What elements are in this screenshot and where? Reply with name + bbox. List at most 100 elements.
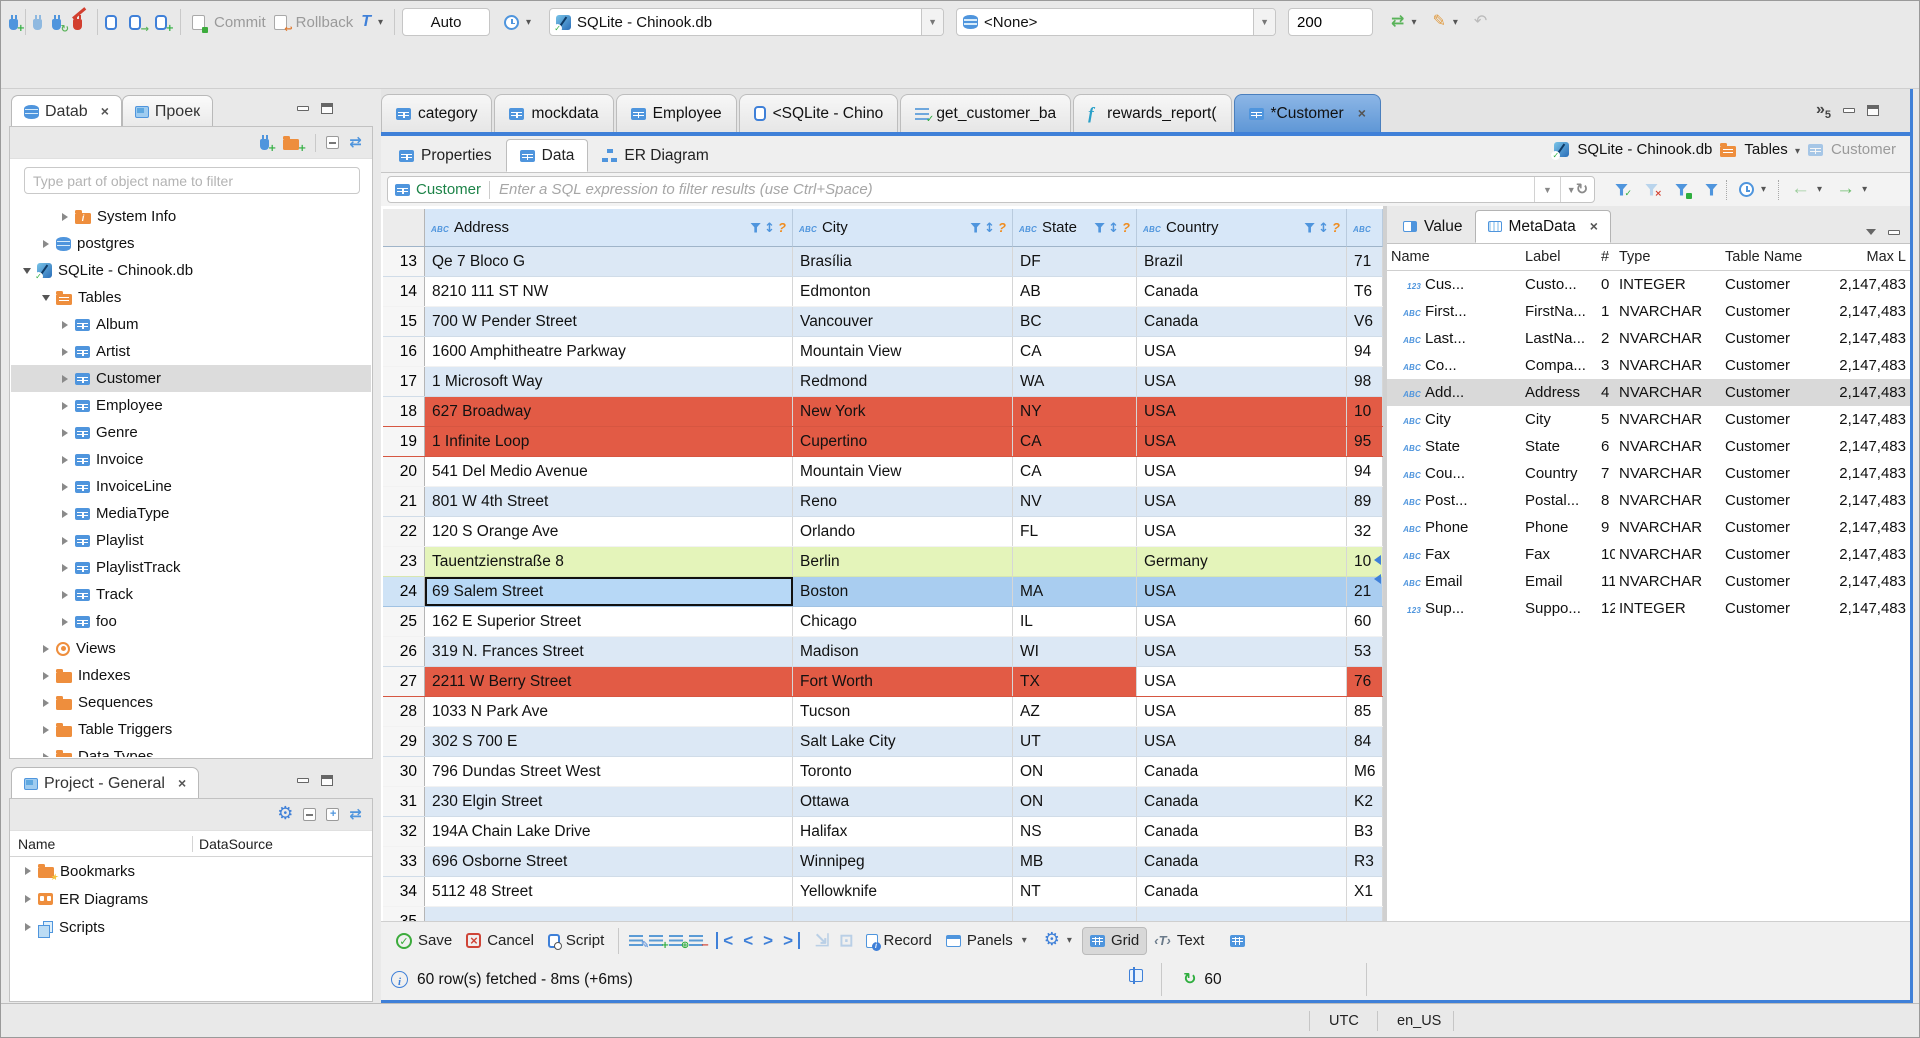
disconnect-button[interactable] xyxy=(72,6,86,30)
cell-state[interactable]: NV xyxy=(1013,487,1137,516)
cancel-button[interactable]: Cancel xyxy=(459,932,541,949)
metadata-column-header[interactable]: Max L xyxy=(1829,249,1910,265)
editor-tab[interactable]: get_customer_ba xyxy=(900,94,1072,132)
tree-item[interactable]: Views xyxy=(11,635,371,662)
expand-arrow-icon[interactable] xyxy=(59,617,71,626)
reconnect-button[interactable]: ↻ xyxy=(52,14,69,34)
dropdown-arrow-icon[interactable] xyxy=(1253,9,1276,35)
cell-column-name[interactable]: Post... xyxy=(1387,488,1521,514)
add-row-button[interactable]: + xyxy=(649,935,669,951)
cell-max-length[interactable]: 2,147,483 xyxy=(1829,353,1910,379)
table-row[interactable]: 18 627 Broadway New York NY USA 10 xyxy=(383,397,1383,427)
row-number-cell[interactable]: 16 xyxy=(383,337,425,366)
expand-arrow-icon[interactable] xyxy=(22,923,34,931)
cell-state[interactable]: AB xyxy=(1013,277,1137,306)
refresh-button[interactable] xyxy=(1387,13,1420,31)
cell-label[interactable]: LastNa... xyxy=(1521,326,1597,352)
table-row[interactable]: 19 1 Infinite Loop Cupertino CA USA 95 xyxy=(383,427,1383,457)
cell-state[interactable] xyxy=(1013,907,1137,921)
cell-column-name[interactable]: Cou... xyxy=(1387,461,1521,487)
cell-max-length[interactable]: 2,147,483 xyxy=(1829,488,1910,514)
tree-item[interactable]: Indexes xyxy=(11,662,371,689)
row-number-cell[interactable]: 17 xyxy=(383,367,425,396)
row-number-header[interactable] xyxy=(383,209,425,247)
cell-table-name[interactable]: Customer xyxy=(1721,515,1829,541)
cell-state[interactable]: WI xyxy=(1013,637,1137,666)
cell-city[interactable]: Madison xyxy=(793,637,1013,666)
table-row[interactable]: 32 194A Chain Lake Drive Halifax NS Cana… xyxy=(383,817,1383,847)
editor-tab[interactable]: *Customer xyxy=(1233,94,1381,132)
cell-country[interactable]: Canada xyxy=(1137,847,1347,876)
record-mode-button[interactable]: Record xyxy=(859,932,939,951)
cell-postalcode[interactable]: T6 xyxy=(1347,277,1383,306)
cell-label[interactable]: City xyxy=(1521,407,1597,433)
cell-address[interactable]: 696 Osborne Street xyxy=(425,847,793,876)
cell-column-name[interactable]: Co... xyxy=(1387,353,1521,379)
cell-country[interactable]: Brazil xyxy=(1137,247,1347,276)
cell-max-length[interactable]: 2,147,483 xyxy=(1829,596,1910,622)
result-tab[interactable]: Properties xyxy=(385,139,506,172)
expand-arrow-icon[interactable] xyxy=(22,867,34,875)
undo-button[interactable] xyxy=(1470,13,1491,31)
cell-state[interactable]: FL xyxy=(1013,517,1137,546)
column-header[interactable]: City xyxy=(793,209,1013,247)
cell-table-name[interactable]: Customer xyxy=(1721,461,1829,487)
tree-item[interactable]: InvoiceLine xyxy=(11,473,371,500)
table-row[interactable]: 17 1 Microsoft Way Redmond WA USA 98 xyxy=(383,367,1383,397)
column-header-datasource[interactable]: DataSource xyxy=(192,835,372,852)
cell-address[interactable]: Tauentzienstraße 8 xyxy=(425,547,793,576)
fetch-page-button[interactable]: ⇲ xyxy=(810,932,834,949)
metadata-row[interactable]: Phone Phone 9 NVARCHAR Customer 2,147,48… xyxy=(1387,514,1910,541)
cell-address[interactable]: Qe 7 Bloco G xyxy=(425,247,793,276)
table-row[interactable]: 28 1033 N Park Ave Tucson AZ USA 85 xyxy=(383,697,1383,727)
table-row[interactable]: 29 302 S 700 E Salt Lake City UT USA 84 xyxy=(383,727,1383,757)
row-number-cell[interactable]: 21 xyxy=(383,487,425,516)
previous-row-button[interactable]: < xyxy=(738,932,758,949)
editor-tab[interactable]: category xyxy=(381,94,493,132)
expand-arrow-icon[interactable] xyxy=(40,752,52,757)
editor-tab[interactable]: mockdata xyxy=(494,94,614,132)
table-row[interactable]: 16 1600 Amphitheatre Parkway Mountain Vi… xyxy=(383,337,1383,367)
cell-country[interactable]: Canada xyxy=(1137,757,1347,786)
cell-address[interactable]: 194A Chain Lake Drive xyxy=(425,817,793,846)
tab-value[interactable]: Value xyxy=(1391,210,1475,243)
row-number-cell[interactable]: 25 xyxy=(383,607,425,636)
cell-max-length[interactable]: 2,147,483 xyxy=(1829,569,1910,595)
cell-max-length[interactable]: 2,147,483 xyxy=(1829,407,1910,433)
cell-table-name[interactable]: Customer xyxy=(1721,569,1829,595)
sort-icon[interactable] xyxy=(1108,219,1119,236)
tree-item[interactable]: Employee xyxy=(11,392,371,419)
cell-city[interactable]: Boston xyxy=(793,577,1013,606)
text-view-button[interactable]: Text xyxy=(1147,932,1211,949)
cell-type[interactable]: NVARCHAR xyxy=(1615,353,1721,379)
column-header-name[interactable]: Name xyxy=(10,836,192,852)
tree-item[interactable]: Table Triggers xyxy=(11,716,371,743)
row-number-cell[interactable]: 23 xyxy=(383,547,425,576)
tree-item[interactable]: SQLite - Chinook.db xyxy=(11,257,371,284)
cell-address[interactable] xyxy=(425,907,793,921)
cell-label[interactable]: Compa... xyxy=(1521,353,1597,379)
cell-max-length[interactable]: 2,147,483 xyxy=(1829,434,1910,460)
dropdown-arrow-icon[interactable] xyxy=(921,9,944,35)
duplicate-row-button[interactable]: ⊕ xyxy=(669,935,689,951)
expand-arrow-icon[interactable] xyxy=(40,644,52,653)
minimize-icon[interactable] xyxy=(1843,108,1855,113)
tree-item[interactable]: System Info xyxy=(11,203,371,230)
column-info-icon[interactable] xyxy=(1122,219,1130,236)
cell-postalcode[interactable]: 53 xyxy=(1347,637,1383,666)
cell-label[interactable]: FirstNa... xyxy=(1521,299,1597,325)
metadata-row[interactable]: State State 6 NVARCHAR Customer 2,147,48… xyxy=(1387,433,1910,460)
cell-city[interactable]: Berlin xyxy=(793,547,1013,576)
panels-button[interactable]: Panels xyxy=(939,932,1034,949)
cell-city[interactable]: Orlando xyxy=(793,517,1013,546)
column-header[interactable]: Country xyxy=(1137,209,1347,247)
cell-postalcode[interactable]: K2 xyxy=(1347,787,1383,816)
cell-address[interactable]: 627 Broadway xyxy=(425,397,793,426)
list-item[interactable]: Bookmarks xyxy=(10,857,372,885)
expand-arrow-icon[interactable] xyxy=(59,482,71,491)
cell-label[interactable]: Address xyxy=(1521,380,1597,406)
value-panel-button[interactable] xyxy=(1223,934,1252,947)
list-item[interactable]: ER Diagrams xyxy=(10,885,372,913)
cell-type[interactable]: INTEGER xyxy=(1615,272,1721,298)
grid-view-button[interactable]: Grid xyxy=(1081,926,1148,955)
